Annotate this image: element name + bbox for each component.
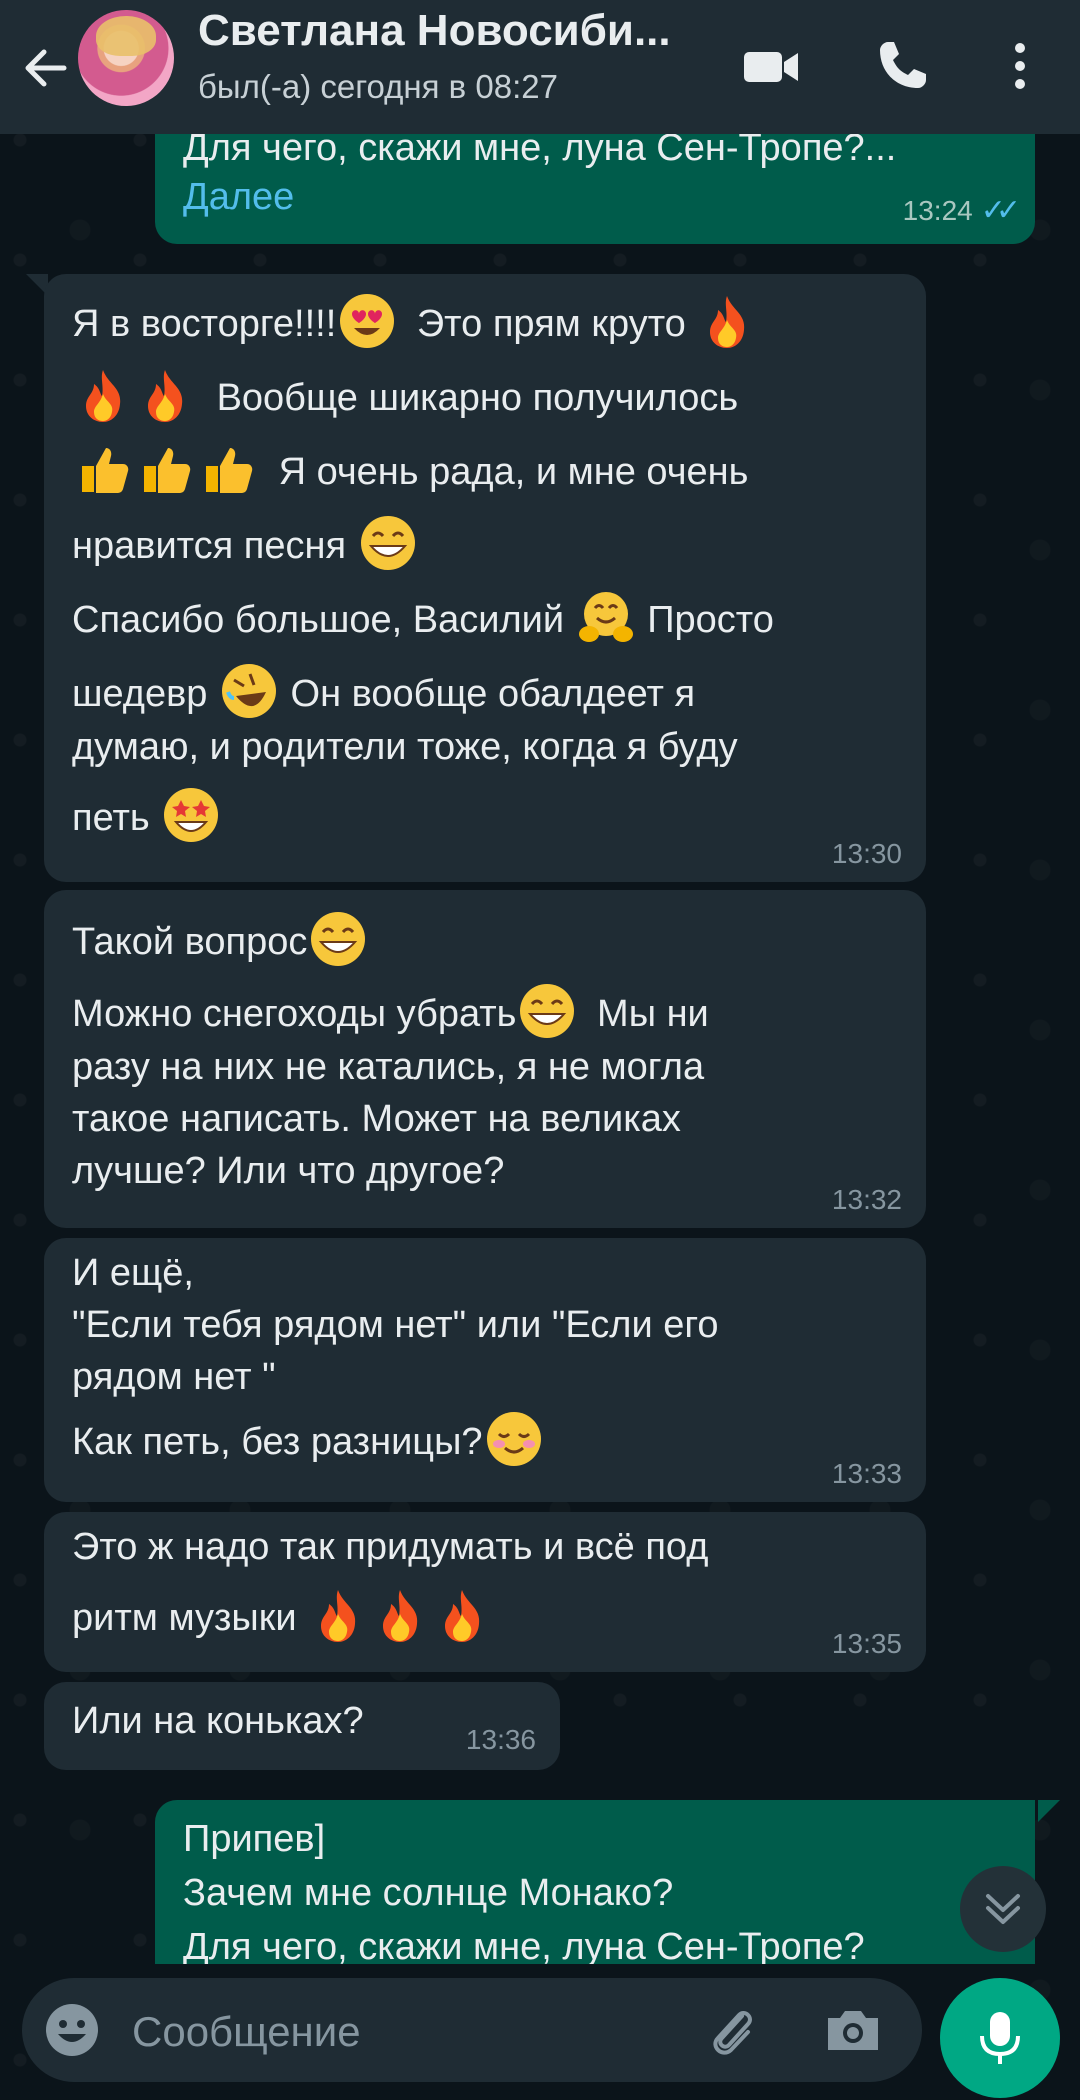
fire-emoji-icon: [321, 1590, 356, 1642]
hugging-emoji-icon: [578, 592, 633, 642]
voice-message-button[interactable]: [940, 1978, 1060, 2098]
message-incoming[interactable]: И ещё, "Если тебя рядом нет" или "Если е…: [44, 1238, 926, 1502]
phone-icon[interactable]: [870, 34, 934, 98]
message-time: 13:35: [831, 1628, 902, 1659]
grinning-emoji-icon: [311, 912, 366, 966]
message-text: шедевр: [72, 673, 208, 715]
message-outgoing[interactable]: Припев] Зачем мне солнце Монако? Для чег…: [155, 1800, 1035, 1964]
message-text: Можно снегоходы убрать: [72, 993, 517, 1035]
message-text: Припев]: [183, 1818, 326, 1860]
message-time: 13:36: [465, 1724, 536, 1755]
message-text: Или на коньках?: [72, 1700, 364, 1742]
read-more-link[interactable]: Далее: [183, 173, 1009, 222]
message-text: "Если тебя рядом нет" или "Если его: [72, 1304, 719, 1346]
message-text: Зачем мне солнце Монако?: [183, 1872, 674, 1914]
message-time: 13:24 ✓✓: [902, 194, 1021, 227]
message-text: Такой вопрос: [72, 921, 308, 963]
fire-emoji-icon: [710, 296, 745, 348]
message-text: Я в восторге!!!!: [72, 303, 337, 345]
video-camera-icon[interactable]: [740, 34, 804, 98]
last-seen-status[interactable]: был(-а) сегодня в 08:27: [198, 68, 558, 106]
thumbs-up-emoji-icon: [144, 448, 191, 493]
message-time: 13:30: [831, 838, 902, 869]
smiling-blush-emoji-icon: [486, 1412, 541, 1466]
message-text: И ещё,: [72, 1252, 194, 1294]
grinning-emoji-icon: [360, 516, 415, 570]
message-text: лучше? Или что другое?: [72, 1150, 505, 1192]
message-time: 13:32: [831, 1184, 902, 1215]
message-text: Он вообще обалдеет я: [290, 673, 696, 715]
paperclip-icon[interactable]: [702, 2000, 762, 2060]
message-incoming[interactable]: Это ж надо так придумать и всё под ритм …: [44, 1512, 926, 1672]
message-text: ритм музыки: [72, 1597, 297, 1639]
bubble-tail: [1038, 1800, 1060, 1822]
message-incoming[interactable]: Или на коньках? 13:36: [44, 1682, 560, 1770]
microphone-icon: [980, 2012, 1020, 2064]
fire-emoji-icon: [383, 1590, 418, 1642]
avatar[interactable]: [78, 10, 174, 106]
chevron-double-down-icon: [986, 1894, 1020, 1924]
camera-icon[interactable]: [822, 2000, 884, 2060]
message-text: петь: [72, 797, 150, 839]
fire-emoji-icon: [148, 370, 183, 422]
message-text: нравится песня: [72, 525, 347, 567]
message-text: рядом нет ": [72, 1356, 276, 1398]
double-check-icon: ✓✓: [980, 194, 1021, 227]
message-text: разу на них не катались, я не могла: [72, 1046, 705, 1088]
star-struck-emoji-icon: [164, 788, 219, 842]
message-text: Вообще шикарно получилось: [216, 377, 739, 419]
more-vertical-icon[interactable]: [988, 34, 1052, 98]
chat-header: Светлана Новосиби... был(-а) сегодня в 0…: [0, 0, 1080, 134]
arrow-left-icon[interactable]: [18, 40, 74, 96]
message-text: такое написать. Может на великах: [72, 1098, 681, 1140]
message-text: Просто: [647, 599, 774, 641]
message-text: Я очень рада, и мне очень: [278, 451, 749, 493]
heart-eyes-emoji-icon: [340, 294, 395, 348]
thumbs-up-emoji-icon: [82, 448, 129, 493]
grinning-emoji-icon: [520, 984, 575, 1038]
message-text: Для чего, скажи мне, луна Сен-Тропе?: [183, 1926, 865, 1964]
thumbs-up-emoji-icon: [206, 448, 253, 493]
emoji-icon[interactable]: [42, 2000, 102, 2060]
message-text: Это ж надо так придумать и всё под: [72, 1526, 709, 1568]
message-text: Спасибо большое, Василий: [72, 599, 565, 641]
message-time: 13:33: [831, 1458, 902, 1489]
message-text: думаю, и родители тоже, когда я буду: [72, 726, 738, 768]
fire-emoji-icon: [86, 370, 121, 422]
message-composer[interactable]: Сообщение: [22, 1978, 922, 2082]
message-text: Это прям круто: [416, 303, 686, 345]
message-text: Как петь, без разницы?: [72, 1421, 483, 1463]
message-incoming[interactable]: Такой вопрос Можно снегоходы убрать Мы н…: [44, 890, 926, 1228]
contact-name[interactable]: Светлана Новосиби...: [198, 6, 718, 56]
rolling-laughing-emoji-icon: [221, 664, 276, 718]
fire-emoji-icon: [445, 1590, 480, 1642]
message-input[interactable]: Сообщение: [132, 2008, 361, 2056]
scroll-to-bottom-button[interactable]: [960, 1866, 1046, 1952]
message-text: Мы ни: [597, 993, 709, 1035]
message-incoming[interactable]: Я в восторге!!!! Это прям круто Вообще ш…: [44, 274, 926, 882]
